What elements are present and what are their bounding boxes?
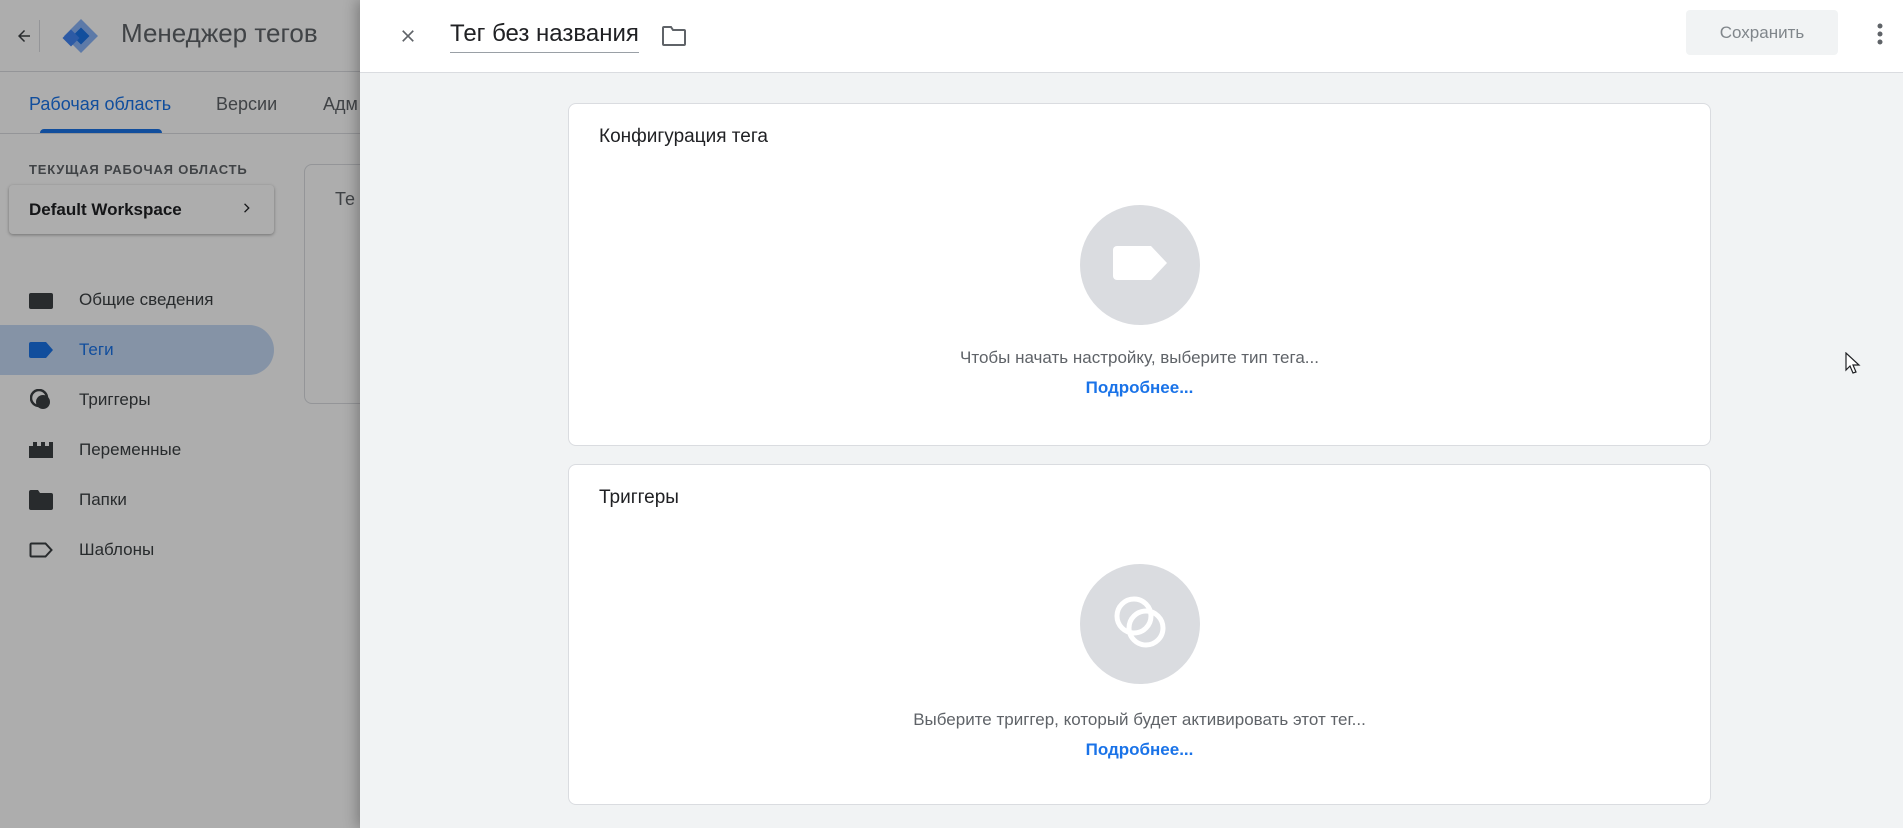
card-title: Триггеры [599, 487, 679, 508]
card-hint-text: Чтобы начать настройку, выберите тип тег… [960, 348, 1319, 367]
tag-editor-panel: Тег без названия Сохранить Конфигурация … [360, 0, 1903, 828]
tag-configuration-card[interactable]: Конфигурация тега Чтобы начать настройку… [568, 103, 1711, 446]
tag-icon [1113, 245, 1167, 285]
learn-more-link[interactable]: Подробнее... [569, 740, 1710, 760]
triggers-card[interactable]: Триггеры Выберите триггер, который будет… [568, 464, 1711, 805]
trigger-icon [1112, 594, 1168, 655]
tag-name-input[interactable]: Тег без названия [450, 20, 639, 53]
close-icon[interactable] [390, 18, 426, 54]
save-button[interactable]: Сохранить [1686, 10, 1838, 55]
card-title: Конфигурация тега [599, 126, 768, 147]
trigger-placeholder[interactable] [1080, 564, 1200, 684]
learn-more-link[interactable]: Подробнее... [569, 378, 1710, 398]
more-vert-icon[interactable] [1864, 16, 1896, 52]
folder-outline-icon[interactable] [658, 20, 690, 52]
panel-header: Тег без названия Сохранить [360, 0, 1903, 73]
tag-type-placeholder[interactable] [1080, 205, 1200, 325]
card-hint-text: Выберите триггер, который будет активиро… [913, 710, 1366, 729]
mouse-cursor-icon [1845, 351, 1861, 374]
